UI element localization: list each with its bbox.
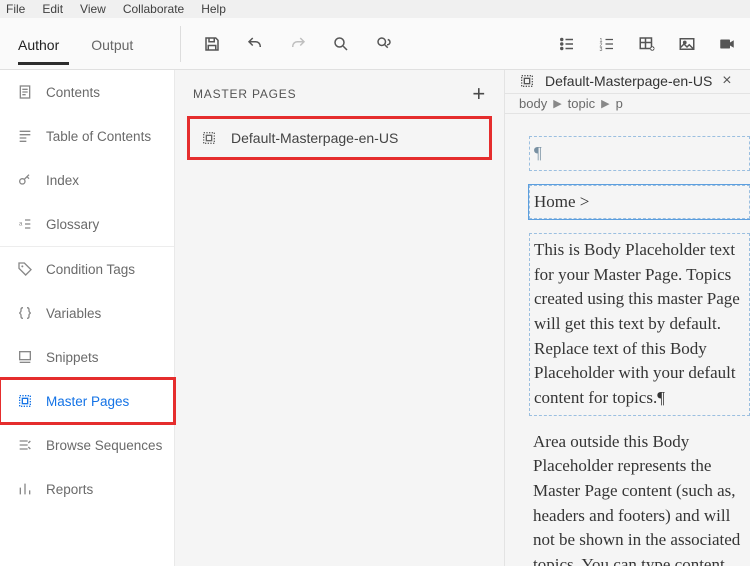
master-pages-panel: MASTER PAGES + Default-Masterpage-en-US xyxy=(175,70,505,566)
tag-icon xyxy=(16,261,34,277)
sidebar-item-snippets[interactable]: Snippets xyxy=(0,335,174,379)
document-icon xyxy=(16,84,34,100)
toolbar-left-icons xyxy=(191,35,405,53)
svg-text:3: 3 xyxy=(600,46,603,52)
master-page-icon xyxy=(16,393,34,409)
menu-edit[interactable]: Edit xyxy=(42,2,63,16)
panel-title: MASTER PAGES xyxy=(193,87,296,101)
table-icon[interactable] xyxy=(638,35,656,53)
master-pages-list: Default-Masterpage-en-US xyxy=(175,118,504,158)
editor-pane: Default-Masterpage-en-US × body ▶ topic … xyxy=(505,70,750,566)
menu-file[interactable]: File xyxy=(6,2,25,16)
menu-view[interactable]: View xyxy=(80,2,106,16)
sidebar-item-index[interactable]: Index xyxy=(0,158,174,202)
master-page-icon xyxy=(519,73,535,89)
sidebar-item-label: Index xyxy=(46,173,79,188)
sidebar-item-label: Table of Contents xyxy=(46,129,151,144)
document-tab-bar: Default-Masterpage-en-US × xyxy=(505,70,750,94)
sidebar-item-label: Snippets xyxy=(46,350,99,365)
redo-icon[interactable] xyxy=(289,35,307,53)
key-icon xyxy=(16,172,34,188)
tab-author[interactable]: Author xyxy=(18,25,69,63)
sidebar-item-label: Browse Sequences xyxy=(46,438,162,453)
toc-icon xyxy=(16,128,34,144)
paragraph-block[interactable]: ¶ xyxy=(529,136,750,171)
glossary-icon: a xyxy=(16,216,34,232)
menubar: File Edit View Collaborate Help xyxy=(0,0,750,18)
pilcrow-mark: ¶ xyxy=(534,143,542,162)
sidebar-item-label: Master Pages xyxy=(46,394,129,409)
master-page-item[interactable]: Default-Masterpage-en-US xyxy=(189,118,490,158)
sidebar-item-reports[interactable]: Reports xyxy=(0,467,174,511)
crumb-topic[interactable]: topic xyxy=(568,96,595,111)
search-icon[interactable] xyxy=(332,35,350,53)
image-icon[interactable] xyxy=(678,35,696,53)
mode-tabs: Author Output xyxy=(0,25,170,63)
toolbar-right-icons: 123 xyxy=(558,35,750,53)
document-tab-title[interactable]: Default-Masterpage-en-US xyxy=(545,73,712,89)
divider xyxy=(180,26,181,62)
svg-text:a: a xyxy=(19,221,23,227)
crumb-body[interactable]: body xyxy=(519,96,547,111)
sidebar-item-contents[interactable]: Contents xyxy=(0,70,174,114)
sidebar-item-label: Glossary xyxy=(46,217,99,232)
sidebar-item-label: Condition Tags xyxy=(46,262,135,277)
body-outside-text[interactable]: Area outside this Body Placeholder repre… xyxy=(529,430,750,566)
sidebar-item-master-pages[interactable]: Master Pages xyxy=(0,379,174,423)
sidebar: Contents Table of Contents Index a Gloss… xyxy=(0,70,175,566)
menu-help[interactable]: Help xyxy=(201,2,226,16)
breadcrumb: body ▶ topic ▶ p xyxy=(505,94,750,114)
tab-output[interactable]: Output xyxy=(91,25,143,63)
numbered-list-icon[interactable]: 123 xyxy=(598,35,616,53)
home-breadcrumb-block[interactable]: Home > xyxy=(529,185,750,220)
menu-collaborate[interactable]: Collaborate xyxy=(123,2,184,16)
save-icon[interactable] xyxy=(203,35,221,53)
snippet-icon xyxy=(16,349,34,365)
undo-icon[interactable] xyxy=(246,35,264,53)
find-replace-icon[interactable] xyxy=(375,35,393,53)
close-icon[interactable]: × xyxy=(722,72,731,90)
chevron-right-icon: ▶ xyxy=(601,97,609,110)
panel-header: MASTER PAGES + xyxy=(175,70,504,118)
toolbar: Author Output 123 xyxy=(0,18,750,70)
body-placeholder-text[interactable]: This is Body Placeholder text for your M… xyxy=(529,233,750,415)
sidebar-item-condition-tags[interactable]: Condition Tags xyxy=(0,247,174,291)
braces-icon xyxy=(16,305,34,321)
sidebar-item-toc[interactable]: Table of Contents xyxy=(0,114,174,158)
crumb-p[interactable]: p xyxy=(616,96,623,111)
add-icon[interactable]: + xyxy=(472,83,486,105)
reports-icon xyxy=(16,481,34,497)
master-page-icon xyxy=(201,130,217,146)
document-body[interactable]: ¶ Home > This is Body Placeholder text f… xyxy=(505,114,750,566)
sequence-icon xyxy=(16,437,34,453)
sidebar-item-browse-sequences[interactable]: Browse Sequences xyxy=(0,423,174,467)
sidebar-item-glossary[interactable]: a Glossary xyxy=(0,202,174,246)
master-page-item-label: Default-Masterpage-en-US xyxy=(231,130,398,146)
sidebar-item-label: Reports xyxy=(46,482,93,497)
main-area: Contents Table of Contents Index a Gloss… xyxy=(0,70,750,566)
bullet-list-icon[interactable] xyxy=(558,35,576,53)
sidebar-item-label: Contents xyxy=(46,85,100,100)
video-icon[interactable] xyxy=(718,35,736,53)
sidebar-item-label: Variables xyxy=(46,306,101,321)
sidebar-item-variables[interactable]: Variables xyxy=(0,291,174,335)
chevron-right-icon: ▶ xyxy=(553,97,561,110)
